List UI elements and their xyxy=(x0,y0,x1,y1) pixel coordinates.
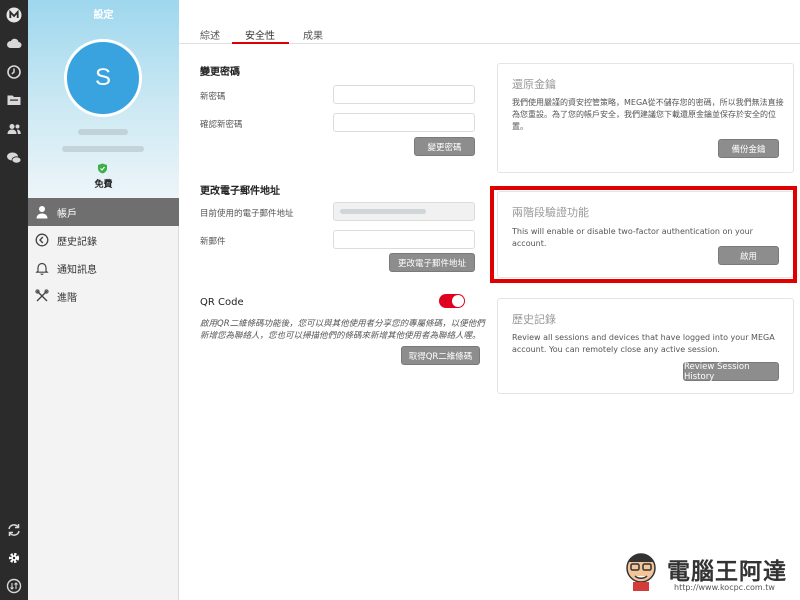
recovery-key-card: 還原金鑰 我們使用嚴謹的資安控管策略，MEGA從不儲存您的密碼，所以我們無法直接… xyxy=(497,63,794,173)
settings-gear-icon[interactable] xyxy=(6,550,22,566)
transfers-icon[interactable] xyxy=(6,578,22,594)
settings-window: 設定 S 免費 帳戶 歷史記錄 通知訊息 進階 綜述 安全性 成果 變更密碼 新… xyxy=(0,0,800,600)
session-history-title: 歷史記錄 xyxy=(512,313,556,326)
session-history-card: 歷史記錄 Review all sessions and devices tha… xyxy=(497,298,794,394)
mega-logo-icon[interactable] xyxy=(6,7,22,23)
change-password-button[interactable]: 變更密碼 xyxy=(414,137,475,156)
qr-code-description: 啟用QR二維條碼功能後，您可以與其他使用者分享您的專屬條碼，以便他們新增您為聯絡… xyxy=(200,319,485,341)
cloud-drive-icon[interactable] xyxy=(6,36,22,52)
contacts-icon[interactable] xyxy=(6,121,22,137)
new-password-label: 新密碼 xyxy=(200,92,226,102)
avatar-letter: S xyxy=(94,64,111,91)
current-email-field xyxy=(333,202,475,221)
new-email-label: 新郵件 xyxy=(200,237,226,247)
tools-icon xyxy=(35,289,49,303)
tab-security[interactable]: 安全性 xyxy=(245,27,275,42)
qr-code-toggle[interactable] xyxy=(439,294,465,308)
new-password-input[interactable] xyxy=(333,85,475,104)
sidebar-item-label: 進階 xyxy=(57,292,77,304)
plan-label: 免費 xyxy=(94,180,113,190)
watermark: 電腦王阿達 http://www.kocpc.com.tw xyxy=(610,548,796,598)
profile-header: 設定 S 免費 xyxy=(28,0,179,198)
watermark-text: 電腦王阿達 xyxy=(667,559,787,585)
sidebar-item-label: 歷史記錄 xyxy=(57,236,97,248)
shared-folders-icon[interactable] xyxy=(6,92,22,108)
get-qr-code-button[interactable]: 取得QR二維條碼 xyxy=(401,346,480,365)
confirm-password-label: 確認新密碼 xyxy=(200,120,243,130)
change-email-title: 更改電子郵件地址 xyxy=(200,186,280,197)
qr-code-title: QR Code xyxy=(200,297,244,308)
sidebar-item-account[interactable]: 帳戶 xyxy=(28,198,179,226)
recovery-key-description: 我們使用嚴謹的資安控管策略，MEGA從不儲存您的密碼，所以我們無法直接為您重設。… xyxy=(512,98,784,131)
icon-rail xyxy=(0,0,28,600)
account-name-redacted xyxy=(78,129,128,135)
security-settings-panel: 綜述 安全性 成果 變更密碼 新密碼 確認新密碼 變更密碼 更改電子郵件地址 目… xyxy=(179,0,800,600)
history-icon xyxy=(35,233,49,247)
session-history-description: Review all sessions and devices that hav… xyxy=(512,333,775,354)
active-tab-indicator xyxy=(232,42,289,44)
tab-achievements[interactable]: 成果 xyxy=(303,27,323,42)
watermark-mascot-icon xyxy=(626,553,656,591)
annotation-highlight-box xyxy=(490,186,797,283)
sync-icon[interactable] xyxy=(6,522,22,538)
recents-icon[interactable] xyxy=(6,64,22,80)
settings-tabs: 綜述 安全性 成果 xyxy=(179,24,800,44)
sidebar-item-label: 通知訊息 xyxy=(57,264,97,276)
tab-overview[interactable]: 綜述 xyxy=(200,27,220,42)
review-session-history-button[interactable]: Review Session History xyxy=(683,362,779,382)
change-email-button[interactable]: 更改電子郵件地址 xyxy=(389,253,475,272)
current-email-label: 目前使用的電子郵件地址 xyxy=(200,209,294,219)
account-email-redacted xyxy=(62,146,144,152)
toggle-knob xyxy=(452,295,464,307)
recovery-key-title: 還原金鑰 xyxy=(512,78,556,91)
new-email-input[interactable] xyxy=(333,230,475,249)
sidebar-item-notifications[interactable]: 通知訊息 xyxy=(28,254,179,282)
sidebar-item-history[interactable]: 歷史記錄 xyxy=(28,226,179,254)
user-icon xyxy=(35,205,49,219)
sidebar-item-label: 帳戶 xyxy=(57,208,77,220)
settings-sidebar: 設定 S 免費 帳戶 歷史記錄 通知訊息 進階 xyxy=(28,0,179,600)
sidebar-item-advanced[interactable]: 進階 xyxy=(28,282,179,310)
change-password-title: 變更密碼 xyxy=(200,67,240,78)
avatar[interactable]: S xyxy=(64,39,142,117)
backup-key-button[interactable]: 備份金鑰 xyxy=(718,139,779,158)
bell-icon xyxy=(35,261,49,275)
chat-icon[interactable] xyxy=(6,150,22,166)
watermark-url: http://www.kocpc.com.tw xyxy=(674,583,775,592)
confirm-password-input[interactable] xyxy=(333,113,475,132)
plan-shield-icon xyxy=(98,163,107,174)
sidebar-title: 設定 xyxy=(93,10,114,21)
current-email-redacted xyxy=(340,209,426,214)
